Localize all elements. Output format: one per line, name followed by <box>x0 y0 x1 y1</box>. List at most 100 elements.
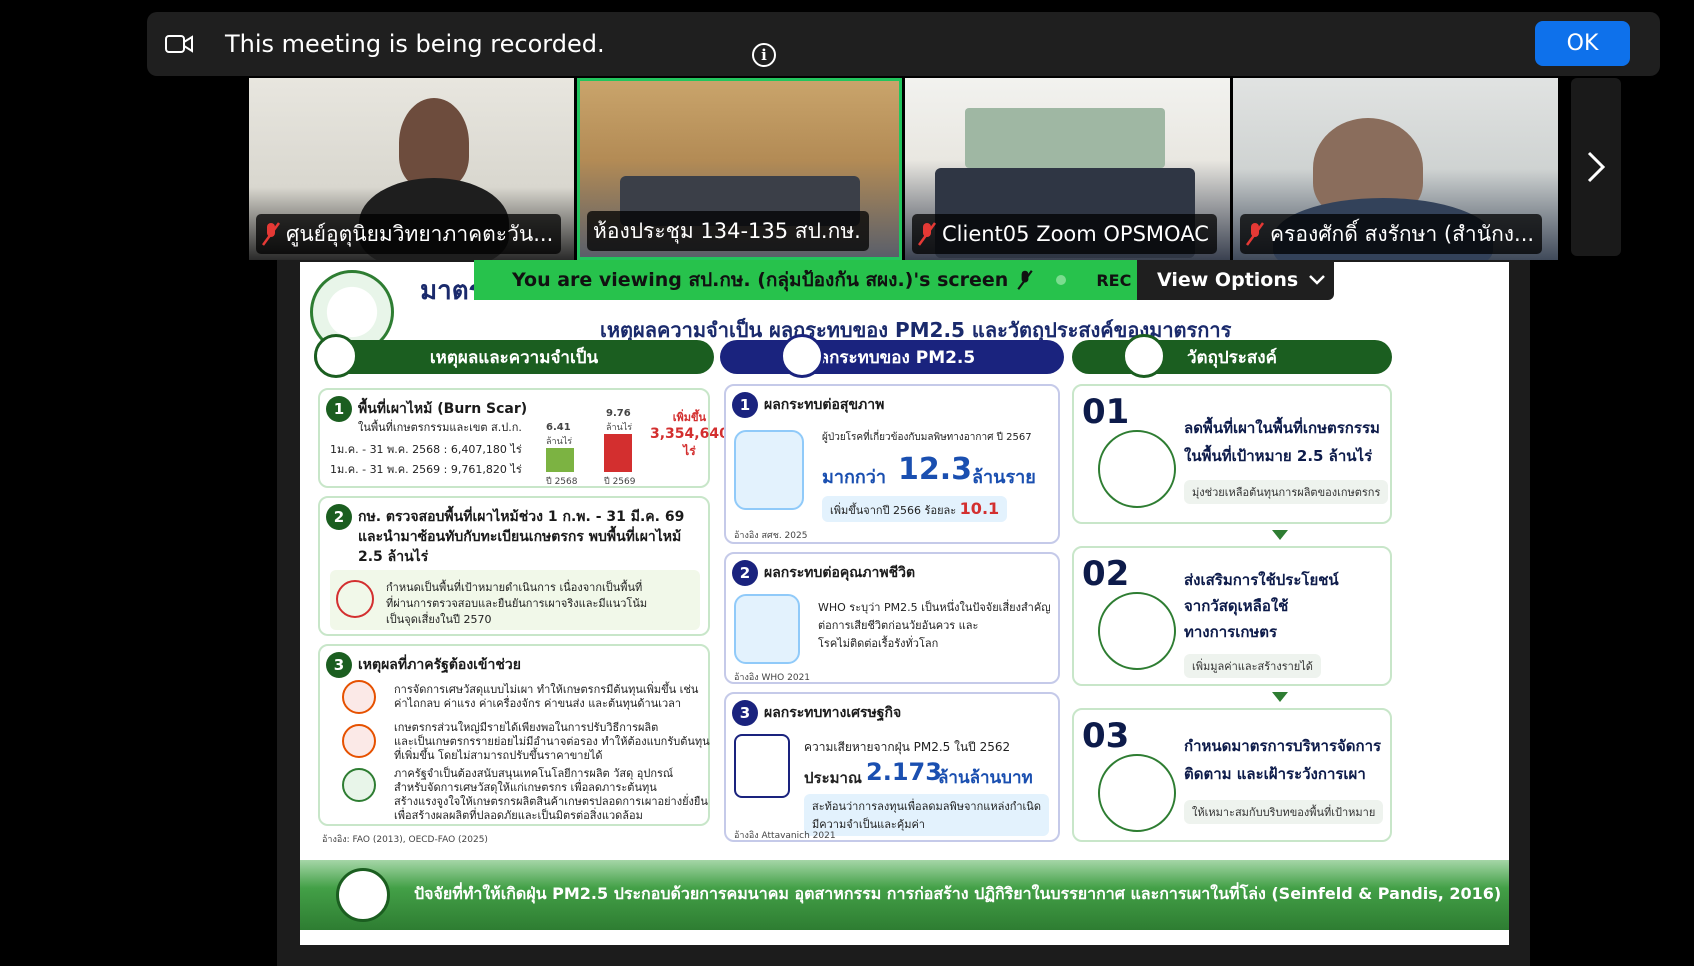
card-text: ต่อการเสียชีวิตก่อนวัยอันควร และ <box>818 619 979 632</box>
pill-text: เพิ่มขึ้นจากปี 2566 ร้อยละ <box>830 504 957 517</box>
number-badge: 2 <box>732 560 758 586</box>
card-title: พื้นที่เผาไหม้ (Burn Scar) <box>358 401 528 417</box>
economy-chart-icon <box>734 734 790 798</box>
health-impact-card: 1 ผลกระทบต่อสุขภาพ ผู้ป่วยโรคที่เกี่ยวข้… <box>724 384 1060 544</box>
cloud-icon <box>780 334 824 378</box>
number-badge: 2 <box>326 504 352 530</box>
chevron-down-icon <box>1309 275 1326 285</box>
bar-value: 9.76 <box>606 408 631 419</box>
economic-unit: ล้านล้านบาท <box>938 768 1033 788</box>
card-title: ผลกระทบต่อสุขภาพ <box>764 397 885 413</box>
card-text: โรคไม่ติดต่อเรื้อรังทั่วโลก <box>818 637 939 650</box>
viewing-text: You are viewing สป.กษ. (กลุ่มป้องกัน สผง… <box>512 269 1009 291</box>
note-text: เป็นจุดเสี่ยงในปี 2570 <box>386 613 492 626</box>
muted-mic-icon <box>262 222 280 246</box>
bar-unit: ล้านไร่ <box>606 423 633 433</box>
participant-tile[interactable]: Client05 Zoom OPSMOAC <box>905 78 1230 260</box>
health-prefix: มากกว่า <box>822 467 886 488</box>
card-text: เพื่อสร้างผลผลิตที่ปลอดภัยและเป็นมิตรต่อ… <box>394 809 643 822</box>
reference-note: อ้างอิง: FAO (2013), OECD-FAO (2025) <box>322 835 488 845</box>
fire-field-icon <box>1098 430 1176 508</box>
card-title: เหตุผลที่ภาครัฐต้องเข้าช่วย <box>358 657 521 673</box>
bar-label: ปี 2568 <box>546 477 578 487</box>
bar-value: 6.41 <box>546 422 571 433</box>
recycle-icon <box>1098 592 1176 670</box>
card-title: และนำมาซ้อนทับกับทะเบียนเกษตรกร พบพื้นที… <box>358 529 682 545</box>
lungs-warning-icon <box>734 594 800 664</box>
footer-text: ปัจจัยที่ทำให้เกิดฝุ่น PM2.5 ประกอบด้วยก… <box>414 884 1502 903</box>
number-badge: 1 <box>732 392 758 418</box>
participant-video <box>965 108 1165 168</box>
reasons-column: เหตุผลและความจำเป็น 1 พื้นที่เผาไหม้ (Bu… <box>314 334 729 845</box>
pill-text: มีความจำเป็นและคุ้มค่า <box>812 818 925 831</box>
card-title: 2.5 ล้านไร่ <box>358 549 429 565</box>
card-text: 1ม.ค. - 31 พ.ค. 2568 : 6,407,180 ไร่ <box>330 443 522 456</box>
participant-tile[interactable]: ครองศักดิ์ สงรักษา (สำนักง... <box>1233 78 1558 260</box>
impact-header-text: ผลกระทบของ PM2.5 <box>808 347 976 368</box>
participant-video <box>399 98 469 188</box>
inspection-card: 2 กษ. ตรวจสอบพื้นที่เผาไหม้ช่วง 1 ก.พ. -… <box>318 496 710 636</box>
government-icon <box>342 768 376 802</box>
next-page-button[interactable] <box>1571 78 1621 256</box>
card-text: ค่าไถกลบ ค่าแรง ค่าเครื่องจักร ค่าขนส่ง … <box>394 697 682 710</box>
participant-tile-active[interactable]: ห้องประชุม 134-135 สป.กษ. <box>577 78 902 260</box>
increase-value: 3,354,640 <box>650 426 729 442</box>
participant-name: ครองศักดิ์ สงรักษา (สำนักง... <box>1270 221 1535 246</box>
bar-label: ปี 2569 <box>604 477 636 487</box>
economic-prefix: ประมาณ <box>804 769 862 787</box>
muted-mic-icon <box>918 222 936 246</box>
increase-label: เพิ่มขึ้น <box>672 411 707 424</box>
bar-unit: ล้านไร่ <box>546 437 573 447</box>
objective-tag: มุ่งช่วยเหลือต้นทุนการผลิตของเกษตรกร <box>1184 480 1389 504</box>
reference-note: อ้างอิง Attavanich 2021 <box>734 831 836 841</box>
objective-tag: ให้เหมาะสมกับบริบทของพื้นที่เป้าหมาย <box>1184 800 1384 824</box>
rec-dot-icon <box>1056 275 1067 285</box>
card-title: กษ. ตรวจสอบพื้นที่เผาไหม้ช่วง 1 ก.พ. - 3… <box>358 509 685 525</box>
objective-title: ลดพื้นที่เผาในพื้นที่เกษตรกรรม <box>1184 419 1380 437</box>
reference-note: อ้างอิง WHO 2021 <box>734 673 811 683</box>
number-badge: 3 <box>326 652 352 678</box>
number-badge: 3 <box>732 700 758 726</box>
participant-name: Client05 Zoom OPSMOAC <box>942 222 1209 246</box>
bar-2569 <box>604 434 632 472</box>
slide-footer: ปัจจัยที่ทำให้เกิดฝุ่น PM2.5 ประกอบด้วยก… <box>300 860 1509 930</box>
recording-message: This meeting is being recorded. <box>225 30 605 58</box>
number-badge: 1 <box>326 396 352 422</box>
card-text: WHO ระบุว่า PM2.5 เป็นหนึ่งในปัจจัยเสี่ย… <box>818 601 1051 614</box>
pill-text: สะท้อนว่าการลงทุนเพื่อลดมลพิษจากแหล่งกำเ… <box>812 800 1041 813</box>
reasons-header: เหตุผลและความจำเป็น <box>314 334 714 378</box>
health-value: 12.3 <box>898 452 973 487</box>
target-note: กำหนดเป็นพื้นที่เป้าหมายดำเนินการ เนื่อง… <box>330 570 700 630</box>
participant-tile[interactable]: ศูนย์อุตุนิยมวิทยาภาคตะวัน... <box>249 78 574 260</box>
muted-mic-icon <box>1017 270 1033 290</box>
people-icon <box>342 724 376 758</box>
recording-banner: This meeting is being recorded. i OK <box>147 12 1660 76</box>
info-icon[interactable]: i <box>752 43 776 67</box>
objectives-header: วัตถุประสงค์ <box>1072 334 1392 378</box>
impact-column: ผลกระทบของ PM2.5 1 ผลกระทบต่อสุขภาพ ผู้ป… <box>720 334 1064 842</box>
objective-number: 01 <box>1082 392 1130 432</box>
video-strip: ศูนย์อุตุนิยมวิทยาภาคตะวัน... ห้องประชุม… <box>249 78 1558 260</box>
card-title: ผลกระทบทางเศรษฐกิจ <box>764 705 902 721</box>
objective-tag: เพิ่มมูลค่าและสร้างรายได้ <box>1184 654 1321 678</box>
video-camera-icon <box>165 35 193 53</box>
objective-title: กำหนดมาตรการบริหารจัดการ <box>1184 737 1382 755</box>
view-options-button[interactable]: View Options <box>1137 260 1334 300</box>
clipboard-search-icon <box>1098 754 1176 832</box>
government-reason-card: 3 เหตุผลที่ภาครัฐต้องเข้าช่วย การจัดการเ… <box>318 644 710 826</box>
participant-name-label: ครองศักดิ์ สงรักษา (สำนักง... <box>1240 214 1543 254</box>
leaf-icon <box>314 334 358 378</box>
bar-2568 <box>546 448 574 472</box>
health-unit: ล้านราย <box>972 467 1036 488</box>
ok-button[interactable]: OK <box>1535 21 1630 66</box>
target-icon <box>1122 334 1166 378</box>
reasons-header-text: เหตุผลและความจำเป็น <box>429 347 599 368</box>
objective-2-card: 02 ส่งเสริมการใช้ประโยชน์ จากวัสดุเหลือใ… <box>1072 546 1392 686</box>
card-text: ที่เพิ่มขึ้น โดยไม่สามารถปรับขึ้นราคาขาย… <box>394 749 603 762</box>
card-title: ผลกระทบต่อคุณภาพชีวิต <box>764 565 916 581</box>
objectives-header-text: วัตถุประสงค์ <box>1187 347 1277 368</box>
shared-slide: มาตรการ... เหตุผลความจำเป็น ผลกระทบของ P… <box>300 262 1509 945</box>
arrow-down-icon <box>1272 692 1288 702</box>
objective-title: จากวัสดุเหลือใช้ <box>1184 597 1289 615</box>
economic-note: สะท้อนว่าการลงทุนเพื่อลดมลพิษจากแหล่งกำเ… <box>804 794 1049 836</box>
